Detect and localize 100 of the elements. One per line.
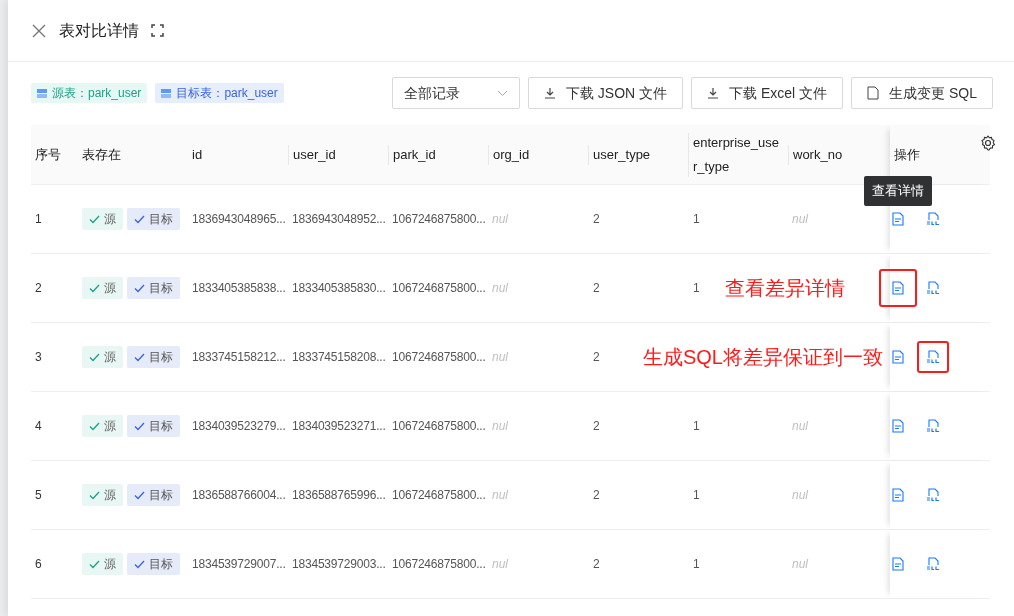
exists-tag: 源 — [82, 277, 123, 299]
check-icon — [134, 421, 145, 431]
document-icon — [892, 281, 904, 295]
table-cell-text: 2 — [592, 418, 600, 435]
exists-tag: 源 — [82, 415, 123, 437]
table-cell-text: 1834539729007... — [192, 556, 286, 573]
table-cell-text: 2 — [592, 349, 600, 366]
table-cell-text: 1836588766004... — [192, 487, 286, 504]
tooltip: 查看详情 — [864, 176, 932, 206]
table-row[interactable]: 4 源 目标 1834039523279... 1834039523271... 1067246875800... nul 2 1 nul — [31, 392, 990, 461]
check-icon — [89, 352, 100, 362]
check-icon — [89, 214, 100, 224]
table-cell-text: 4 — [35, 418, 42, 435]
dialog-title: 表对比详情 — [59, 20, 139, 41]
record-filter-select[interactable]: 全部记录 — [391, 77, 520, 109]
close-button[interactable] — [31, 22, 47, 39]
table-cell-text: 1834539729003... — [292, 556, 386, 573]
column-header: park_id — [392, 145, 436, 164]
exists-tag: 源 — [82, 484, 123, 506]
column-header: 表存在 — [81, 145, 121, 164]
column-header: work_no — [792, 145, 843, 164]
check-icon — [134, 283, 145, 293]
download-button[interactable]: 下载 Excel 文件 — [691, 77, 844, 109]
column-header: id — [191, 145, 203, 164]
exists-tag: 源 — [82, 208, 123, 230]
table-cell-text: 1 — [692, 280, 700, 297]
download-button[interactable]: 下载 JSON 文件 — [527, 77, 684, 109]
exists-tag: 源 — [82, 553, 123, 575]
table-cell-text: 1067246875800... — [392, 211, 486, 228]
check-icon — [89, 490, 100, 500]
table-cell-text: 1 — [692, 556, 700, 573]
table-icon — [37, 88, 47, 98]
table-cell-text: 2 — [592, 487, 600, 504]
check-icon — [89, 283, 100, 293]
column-header: user_id — [292, 145, 336, 164]
table-cell-text: 1 — [692, 487, 700, 504]
annotation-text: 生成SQL将差异保证到一致 — [642, 345, 883, 370]
table-cell-text: nul — [492, 556, 508, 573]
annotation-text: 查看差异详情 — [725, 276, 845, 301]
exists-tag: 目标 — [127, 553, 180, 575]
document-icon — [892, 350, 904, 364]
table-cell-text: nul — [792, 211, 808, 228]
table-cell-text: 1067246875800... — [392, 349, 486, 366]
document-icon — [892, 419, 904, 433]
table-cell-text: 2 — [592, 556, 600, 573]
table-cell-text: nul — [492, 211, 508, 228]
column-header: 操作 — [893, 145, 920, 164]
exists-tag: 目标 — [127, 484, 180, 506]
table-cell-text: nul — [492, 418, 508, 435]
fullscreen-icon[interactable] — [151, 24, 164, 37]
column-header: org_id — [492, 145, 530, 164]
table-cell-text: 6 — [35, 556, 42, 573]
chevron-down-icon — [496, 89, 508, 97]
table-cell-text: nul — [492, 349, 508, 366]
check-icon — [89, 559, 100, 569]
table-cell-text: 1067246875800... — [392, 487, 486, 504]
table-cell-text: 2 — [35, 280, 42, 297]
table-cell-text: 1 — [35, 211, 42, 228]
table-cell-text: nul — [792, 418, 808, 435]
check-icon — [134, 559, 145, 569]
table-cell-text: 1067246875800... — [392, 556, 486, 573]
table-cell-text: 1833745158212... — [192, 349, 286, 366]
document-icon — [892, 488, 904, 502]
table-cell-text: 5 — [35, 487, 42, 504]
table-icon — [161, 88, 172, 98]
table-cell-text: nul — [792, 556, 808, 573]
table-tag: 目标表：park_user — [155, 83, 284, 103]
table-cell-text: 1834039523279... — [192, 418, 286, 435]
table-tag: 源表：park_user — [31, 83, 148, 103]
table-cell-text: 1067246875800... — [392, 418, 486, 435]
settings-icon[interactable] — [980, 135, 996, 151]
exists-tag: 目标 — [127, 208, 180, 230]
exists-tag: 源 — [82, 346, 123, 368]
download-icon — [707, 87, 720, 99]
check-icon — [134, 352, 145, 362]
table-cell-text: nul — [492, 487, 508, 504]
column-header: 序号 — [34, 145, 61, 164]
table-row[interactable]: 6 源 目标 1834539729007... 1834539729003... 1067246875800... nul 2 1 nul — [31, 530, 990, 599]
table-cell-text: nul — [792, 487, 808, 504]
table-cell-text: 3 — [35, 349, 42, 366]
table-cell-text: 1834039523271... — [292, 418, 386, 435]
document-icon — [892, 557, 904, 571]
table-cell-text: 1833745158208... — [292, 349, 386, 366]
table-cell-text: 2 — [592, 211, 600, 228]
download-icon — [543, 87, 556, 99]
check-icon — [134, 214, 145, 224]
table-cell-text: 1 — [692, 211, 700, 228]
table-row[interactable]: 3 源 目标 1833745158212... 1833745158208... 1067246875800... nul 2 生成SQL将差异保证到一致 — [31, 323, 990, 392]
table-row[interactable]: 5 源 目标 1836588766004... 1836588765996... 1067246875800... nul 2 1 nul — [31, 461, 990, 530]
document-icon — [892, 212, 904, 226]
generate-sql-button[interactable]: 生成变更 SQL — [851, 77, 993, 109]
check-icon — [134, 490, 145, 500]
check-icon — [89, 421, 100, 431]
exists-tag: 目标 — [127, 415, 180, 437]
table-cell-text: 1836588765996... — [292, 487, 386, 504]
table-cell-text: 1836943048965... — [192, 211, 286, 228]
table-cell-text: 1833405385830... — [292, 280, 386, 297]
table-cell-text: 2 — [592, 280, 600, 297]
table-row[interactable]: 2 源 目标 1833405385838... 1833405385830... 1067246875800... nul 2 1 查看差异详情 — [31, 254, 990, 323]
exists-tag: 目标 — [127, 346, 180, 368]
